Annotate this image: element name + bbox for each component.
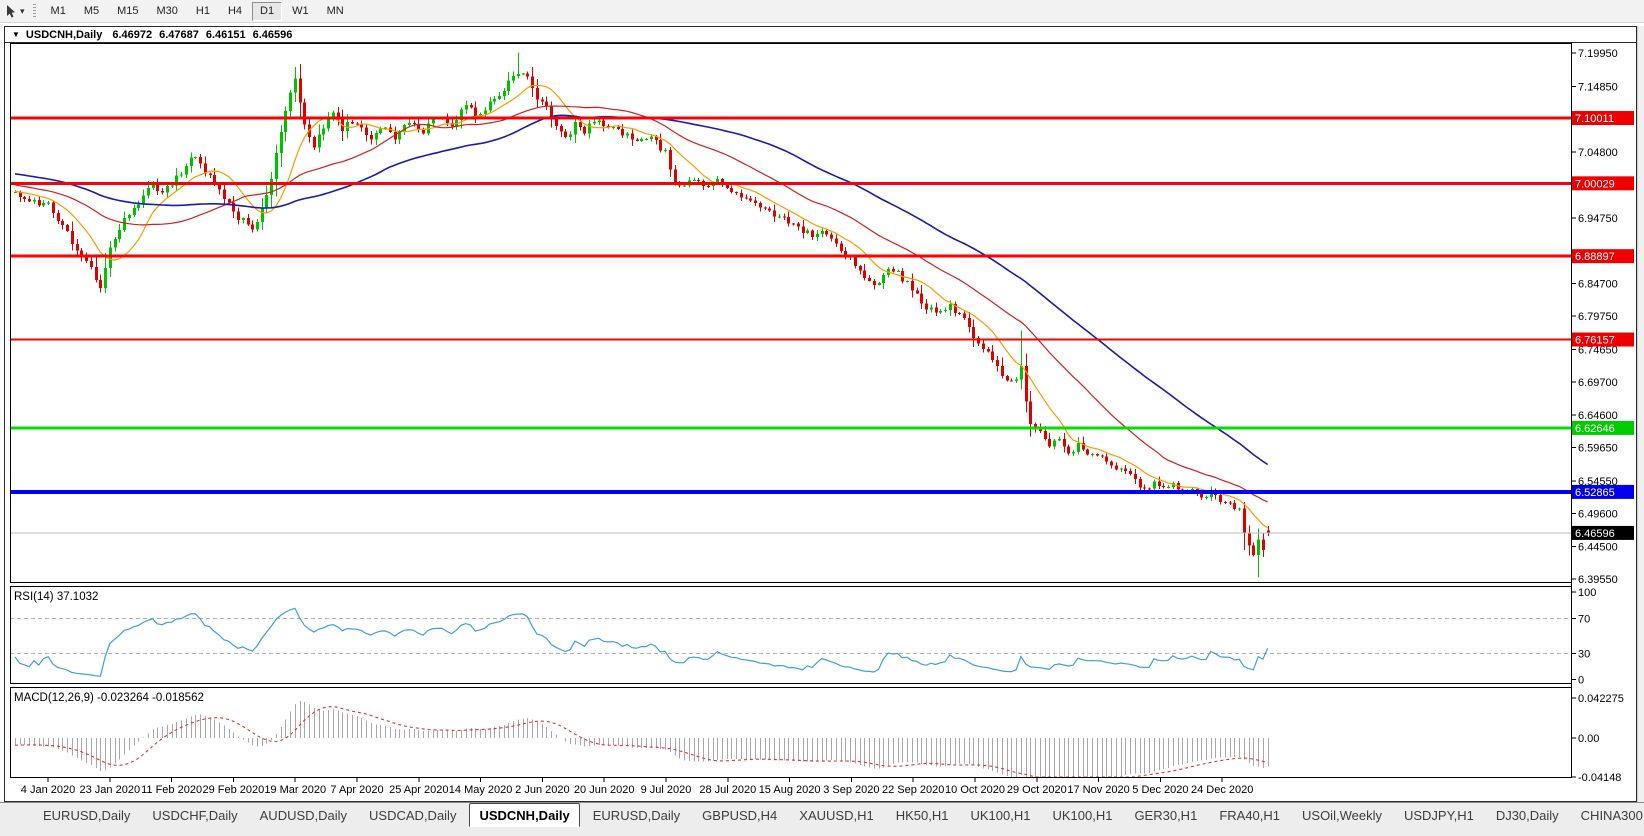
chart-tab-usdjpy-h1[interactable]: USDJPY,H1: [1395, 804, 1483, 826]
svg-text:RSI(14) 37.1032: RSI(14) 37.1032: [14, 591, 98, 603]
chart-tab-hk50-h1[interactable]: HK50,H1: [887, 804, 958, 826]
svg-text:7.10011: 7.10011: [1575, 113, 1614, 125]
chart-tab-china300-h1[interactable]: CHINA300,H1: [1572, 804, 1644, 826]
chart-tabs-bar: EURUSD,Daily USDCHF,Daily AUDUSD,Daily USDC…: [0, 802, 1644, 836]
svg-text:14 May 2020: 14 May 2020: [449, 784, 513, 796]
chart-tab-uk100-h1[interactable]: UK100,H1: [961, 804, 1039, 826]
svg-text:7.04800: 7.04800: [1578, 147, 1618, 159]
svg-text:70: 70: [1578, 613, 1590, 625]
main-toolbar: ▾ M1 M5 M15 M30 H1 H4 D1 W1 MN: [0, 0, 1644, 23]
timeframe-button-m5[interactable]: M5: [76, 2, 107, 21]
chart-window: ▼ USDCNH,Daily 6.46972 6.47687 6.46151 6…: [4, 26, 1637, 802]
svg-text:100: 100: [1578, 587, 1596, 599]
svg-text:24 Dec 2020: 24 Dec 2020: [1191, 784, 1253, 796]
svg-text:6.39550: 6.39550: [1578, 574, 1618, 586]
chart-tab-gbpusd-h4[interactable]: GBPUSD,H4: [693, 804, 786, 826]
svg-text:0.00: 0.00: [1578, 733, 1599, 745]
chart-title-bar: ▼ USDCNH,Daily 6.46972 6.47687 6.46151 6…: [5, 27, 1636, 43]
svg-text:29 Oct 2020: 29 Oct 2020: [1007, 784, 1067, 796]
chart-tab-eurusd-daily[interactable]: EURUSD,Daily: [34, 804, 139, 826]
chart-tab-usdchf-daily[interactable]: USDCHF,Daily: [143, 804, 246, 826]
svg-text:20 Jun 2020: 20 Jun 2020: [574, 784, 635, 796]
svg-text:MACD(12,26,9) -0.023264 -0.018: MACD(12,26,9) -0.023264 -0.018562: [14, 692, 204, 704]
svg-text:6.94750: 6.94750: [1578, 213, 1618, 225]
quote-close: 6.46596: [252, 28, 293, 41]
chart-tab-usdcad-daily[interactable]: USDCAD,Daily: [360, 804, 465, 826]
svg-text:29 Feb 2020: 29 Feb 2020: [203, 784, 265, 796]
svg-text:6.52865: 6.52865: [1575, 487, 1615, 499]
svg-text:7.00029: 7.00029: [1575, 178, 1615, 190]
timeframe-button-h4[interactable]: H4: [220, 2, 250, 21]
chart-canvas[interactable]: 7.19950 7.14850 7.04800 6.94750 6.84700 6.797…: [5, 43, 1636, 801]
svg-text:0.042275: 0.042275: [1578, 693, 1624, 705]
svg-text:7 Apr 2020: 7 Apr 2020: [330, 784, 383, 796]
cursor-tool-icon[interactable]: [4, 4, 18, 19]
svg-text:6.49600: 6.49600: [1578, 508, 1618, 520]
chart-tab-fra40-h1[interactable]: FRA40,H1: [1210, 804, 1289, 826]
toolbar-drag-handle[interactable]: [32, 4, 36, 18]
chart-tab-audusd-daily[interactable]: AUDUSD,Daily: [251, 804, 356, 826]
svg-text:9 Jul 2020: 9 Jul 2020: [641, 784, 692, 796]
svg-text:6.59650: 6.59650: [1578, 443, 1618, 455]
quote-low: 6.46151: [205, 28, 246, 41]
svg-text:30: 30: [1578, 648, 1590, 660]
chart-title-symbol: USDCNH,Daily: [25, 28, 103, 41]
quote-open: 6.46972: [112, 28, 153, 41]
svg-text:17 Nov 2020: 17 Nov 2020: [1067, 784, 1129, 796]
chart-tab-usoil-weekly[interactable]: USOil,Weekly: [1293, 804, 1391, 826]
collapse-chart-icon[interactable]: ▼: [12, 30, 20, 39]
svg-text:6.64600: 6.64600: [1578, 410, 1618, 422]
svg-text:6.79750: 6.79750: [1578, 311, 1618, 323]
svg-text:15 Aug 2020: 15 Aug 2020: [759, 784, 821, 796]
svg-text:19 Mar 2020: 19 Mar 2020: [264, 784, 326, 796]
svg-text:0: 0: [1578, 675, 1584, 687]
timeframe-buttons: M1 M5 M15 M30 H1 H4 D1 W1 MN: [42, 0, 353, 22]
svg-text:7.14850: 7.14850: [1578, 81, 1618, 93]
svg-text:5 Dec 2020: 5 Dec 2020: [1132, 784, 1188, 796]
svg-text:6.84700: 6.84700: [1578, 279, 1618, 291]
svg-text:2 Jun 2020: 2 Jun 2020: [515, 784, 569, 796]
timeframe-button-w1[interactable]: W1: [284, 2, 317, 21]
timeframe-button-mn[interactable]: MN: [319, 2, 352, 21]
svg-text:23 Jan 2020: 23 Jan 2020: [80, 784, 141, 796]
timeframe-button-m1[interactable]: M1: [43, 2, 74, 21]
svg-text:-0.04148: -0.04148: [1578, 772, 1621, 784]
timeframe-button-h1[interactable]: H1: [188, 2, 218, 21]
svg-text:6.76157: 6.76157: [1575, 335, 1615, 347]
svg-text:28 Jul 2020: 28 Jul 2020: [699, 784, 756, 796]
svg-text:10 Oct 2020: 10 Oct 2020: [945, 784, 1005, 796]
svg-text:25 Apr 2020: 25 Apr 2020: [389, 784, 448, 796]
svg-text:6.69700: 6.69700: [1578, 377, 1618, 389]
timeframe-button-d1[interactable]: D1: [252, 1, 283, 21]
svg-text:6.88897: 6.88897: [1575, 251, 1615, 263]
chart-tab-ger30-h1[interactable]: GER30,H1: [1125, 804, 1206, 826]
svg-text:6.46596: 6.46596: [1575, 528, 1615, 540]
svg-text:4 Jan 2020: 4 Jan 2020: [21, 784, 75, 796]
quote-high: 6.47687: [159, 28, 199, 41]
chart-tab-usdcnh-daily[interactable]: USDCNH,Daily: [469, 803, 580, 827]
svg-text:6.44500: 6.44500: [1578, 542, 1618, 554]
svg-text:7.19950: 7.19950: [1578, 48, 1618, 60]
chart-tab-eurusd-daily[interactable]: EURUSD,Daily: [584, 804, 689, 826]
vertical-scrollbar[interactable]: [1637, 26, 1644, 803]
timeframe-button-m15[interactable]: M15: [109, 2, 146, 21]
svg-text:22 Sep 2020: 22 Sep 2020: [882, 784, 944, 796]
chart-tab-xauusd-h1[interactable]: XAUUSD,H1: [790, 804, 882, 826]
chart-tab-dj30-daily[interactable]: DJ30,Daily: [1487, 804, 1568, 826]
svg-text:3 Sep 2020: 3 Sep 2020: [823, 784, 879, 796]
svg-text:6.62646: 6.62646: [1575, 423, 1615, 435]
cursor-tool-dropdown-caret[interactable]: ▾: [20, 6, 25, 17]
chart-tab-uk100-h1[interactable]: UK100,H1: [1043, 804, 1121, 826]
timeframe-button-m30[interactable]: M30: [149, 2, 186, 21]
svg-text:11 Feb 2020: 11 Feb 2020: [141, 784, 202, 796]
